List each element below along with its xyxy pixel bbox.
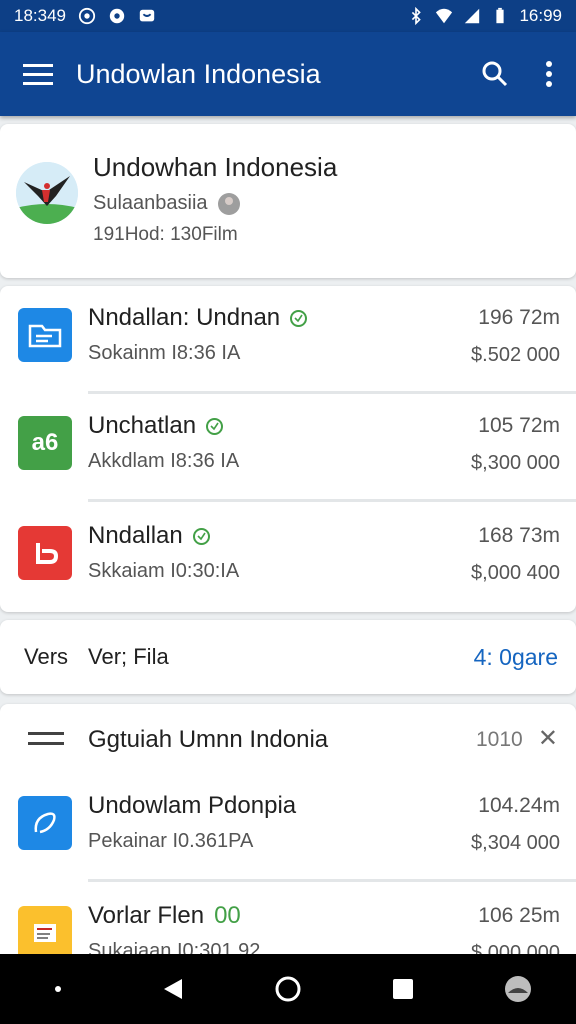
home-icon (275, 976, 301, 1002)
more-vert-icon (546, 61, 552, 87)
app-title: Undowlan Indonesia (76, 58, 321, 89)
back-button[interactable] (153, 969, 193, 1009)
home-button[interactable] (268, 969, 308, 1009)
search-button[interactable] (468, 32, 522, 116)
list-item[interactable]: Nndallan Skkaiam I0:30:IA 168 73m $,000 … (0, 504, 576, 612)
recents-button[interactable] (383, 969, 423, 1009)
list-item[interactable]: Undowlam Pdonpia Pekainar I0.361PA 104.2… (0, 774, 576, 882)
assistant-button[interactable] (498, 969, 538, 1009)
item-title: Unchatlan (88, 412, 197, 439)
menu-icon (23, 64, 53, 85)
profile-subtitle-row: Sulaanbasiia (93, 192, 240, 215)
media-icon (18, 526, 72, 580)
battery-icon (496, 7, 505, 24)
item-subtitle: Akkdlam I8:36 IA (88, 450, 240, 472)
divider (88, 499, 576, 502)
wifi-icon (436, 8, 453, 24)
item-size: 106 25m (478, 904, 560, 927)
section-card: Ggtuiah Umnn Indonia 1010 ✕ Undowlam Pdo… (0, 704, 576, 964)
app-bar: Undowlan Indonesia (0, 32, 576, 116)
item-amount: $,300 000 (471, 452, 560, 474)
item-title: Nndallan: Undnan (88, 304, 281, 331)
search-icon (482, 61, 508, 87)
section-count: 1010 (476, 728, 523, 751)
item-badge: 00 (214, 902, 241, 929)
profile-card[interactable]: Undowhan Indonesia Sulaanbasiia 191Hod: … (0, 124, 576, 278)
versions-value: Ver; Fila (88, 644, 169, 669)
assistant-icon (505, 976, 532, 1002)
item-title: Undowlam Pdonpia (88, 792, 297, 819)
back-icon (163, 979, 182, 999)
bird-emblem-icon (16, 162, 78, 224)
item-subtitle: Pekainar I0.361PA (88, 830, 254, 852)
versions-link[interactable]: 4: 0gare (474, 644, 558, 671)
user-avatar-icon (217, 192, 240, 215)
versions-label: Vers (24, 644, 69, 669)
profile-meta: 191Hod: 130Film (93, 224, 238, 245)
item-size: 105 72m (478, 414, 560, 437)
item-amount: $.502 000 (471, 344, 560, 366)
message-icon (139, 9, 155, 22)
menu-button[interactable] (0, 32, 76, 116)
cloud-icon (18, 796, 72, 850)
recents-icon (393, 979, 414, 999)
status-time-right: 16:99 (519, 6, 562, 25)
close-icon[interactable]: ✕ (538, 724, 558, 753)
record-icon (109, 8, 125, 24)
check-circle-icon (206, 417, 224, 435)
more-options-button[interactable] (522, 32, 576, 116)
check-circle-icon (192, 527, 210, 545)
bluetooth-icon (412, 7, 422, 25)
drag-handle-icon[interactable] (28, 732, 64, 746)
profile-name: Undowhan Indonesia (93, 152, 338, 182)
item-amount: $,000 400 (471, 562, 560, 584)
item-subtitle: Skkaiam I0:30:IA (88, 560, 240, 582)
profile-subtitle: Sulaanbasiia (93, 192, 208, 214)
signal-icon (465, 8, 480, 24)
avatar (16, 162, 78, 224)
list-item[interactable]: a6 Unchatlan Akkdlam I8:36 IA 105 72m $,… (0, 394, 576, 502)
status-time: 18:349 (14, 6, 66, 25)
dot-icon (54, 986, 61, 992)
check-circle-icon (290, 309, 308, 327)
system-nav-bar (0, 954, 576, 1024)
section-title: Ggtuiah Umnn Indonia (88, 726, 329, 753)
item-title: Nndallan (88, 522, 183, 549)
document-icon (18, 906, 72, 960)
divider (88, 879, 576, 882)
item-amount: $,304 000 (471, 832, 560, 854)
downloads-list: Nndallan: Undnan Sokainm I8:36 IA 196 72… (0, 286, 576, 612)
notification-icon (78, 7, 96, 25)
item-size: 168 73m (478, 524, 560, 547)
item-size: 104.24m (478, 794, 560, 817)
folder-transfer-icon (18, 308, 72, 362)
section-header: Ggtuiah Umnn Indonia 1010 ✕ (0, 704, 576, 774)
status-bar: 18:349 16:99 (0, 0, 576, 32)
versions-card[interactable]: Vers Ver; Fila 4: 0gare (0, 620, 576, 694)
folder-apps-icon: a6 (18, 416, 72, 470)
nav-dot-button[interactable] (38, 969, 78, 1009)
list-item[interactable]: Nndallan: Undnan Sokainm I8:36 IA 196 72… (0, 286, 576, 394)
item-subtitle: Sokainm I8:36 IA (88, 342, 241, 364)
item-size: 196 72m (478, 306, 560, 329)
item-title: Vorlar Flen (88, 902, 205, 929)
